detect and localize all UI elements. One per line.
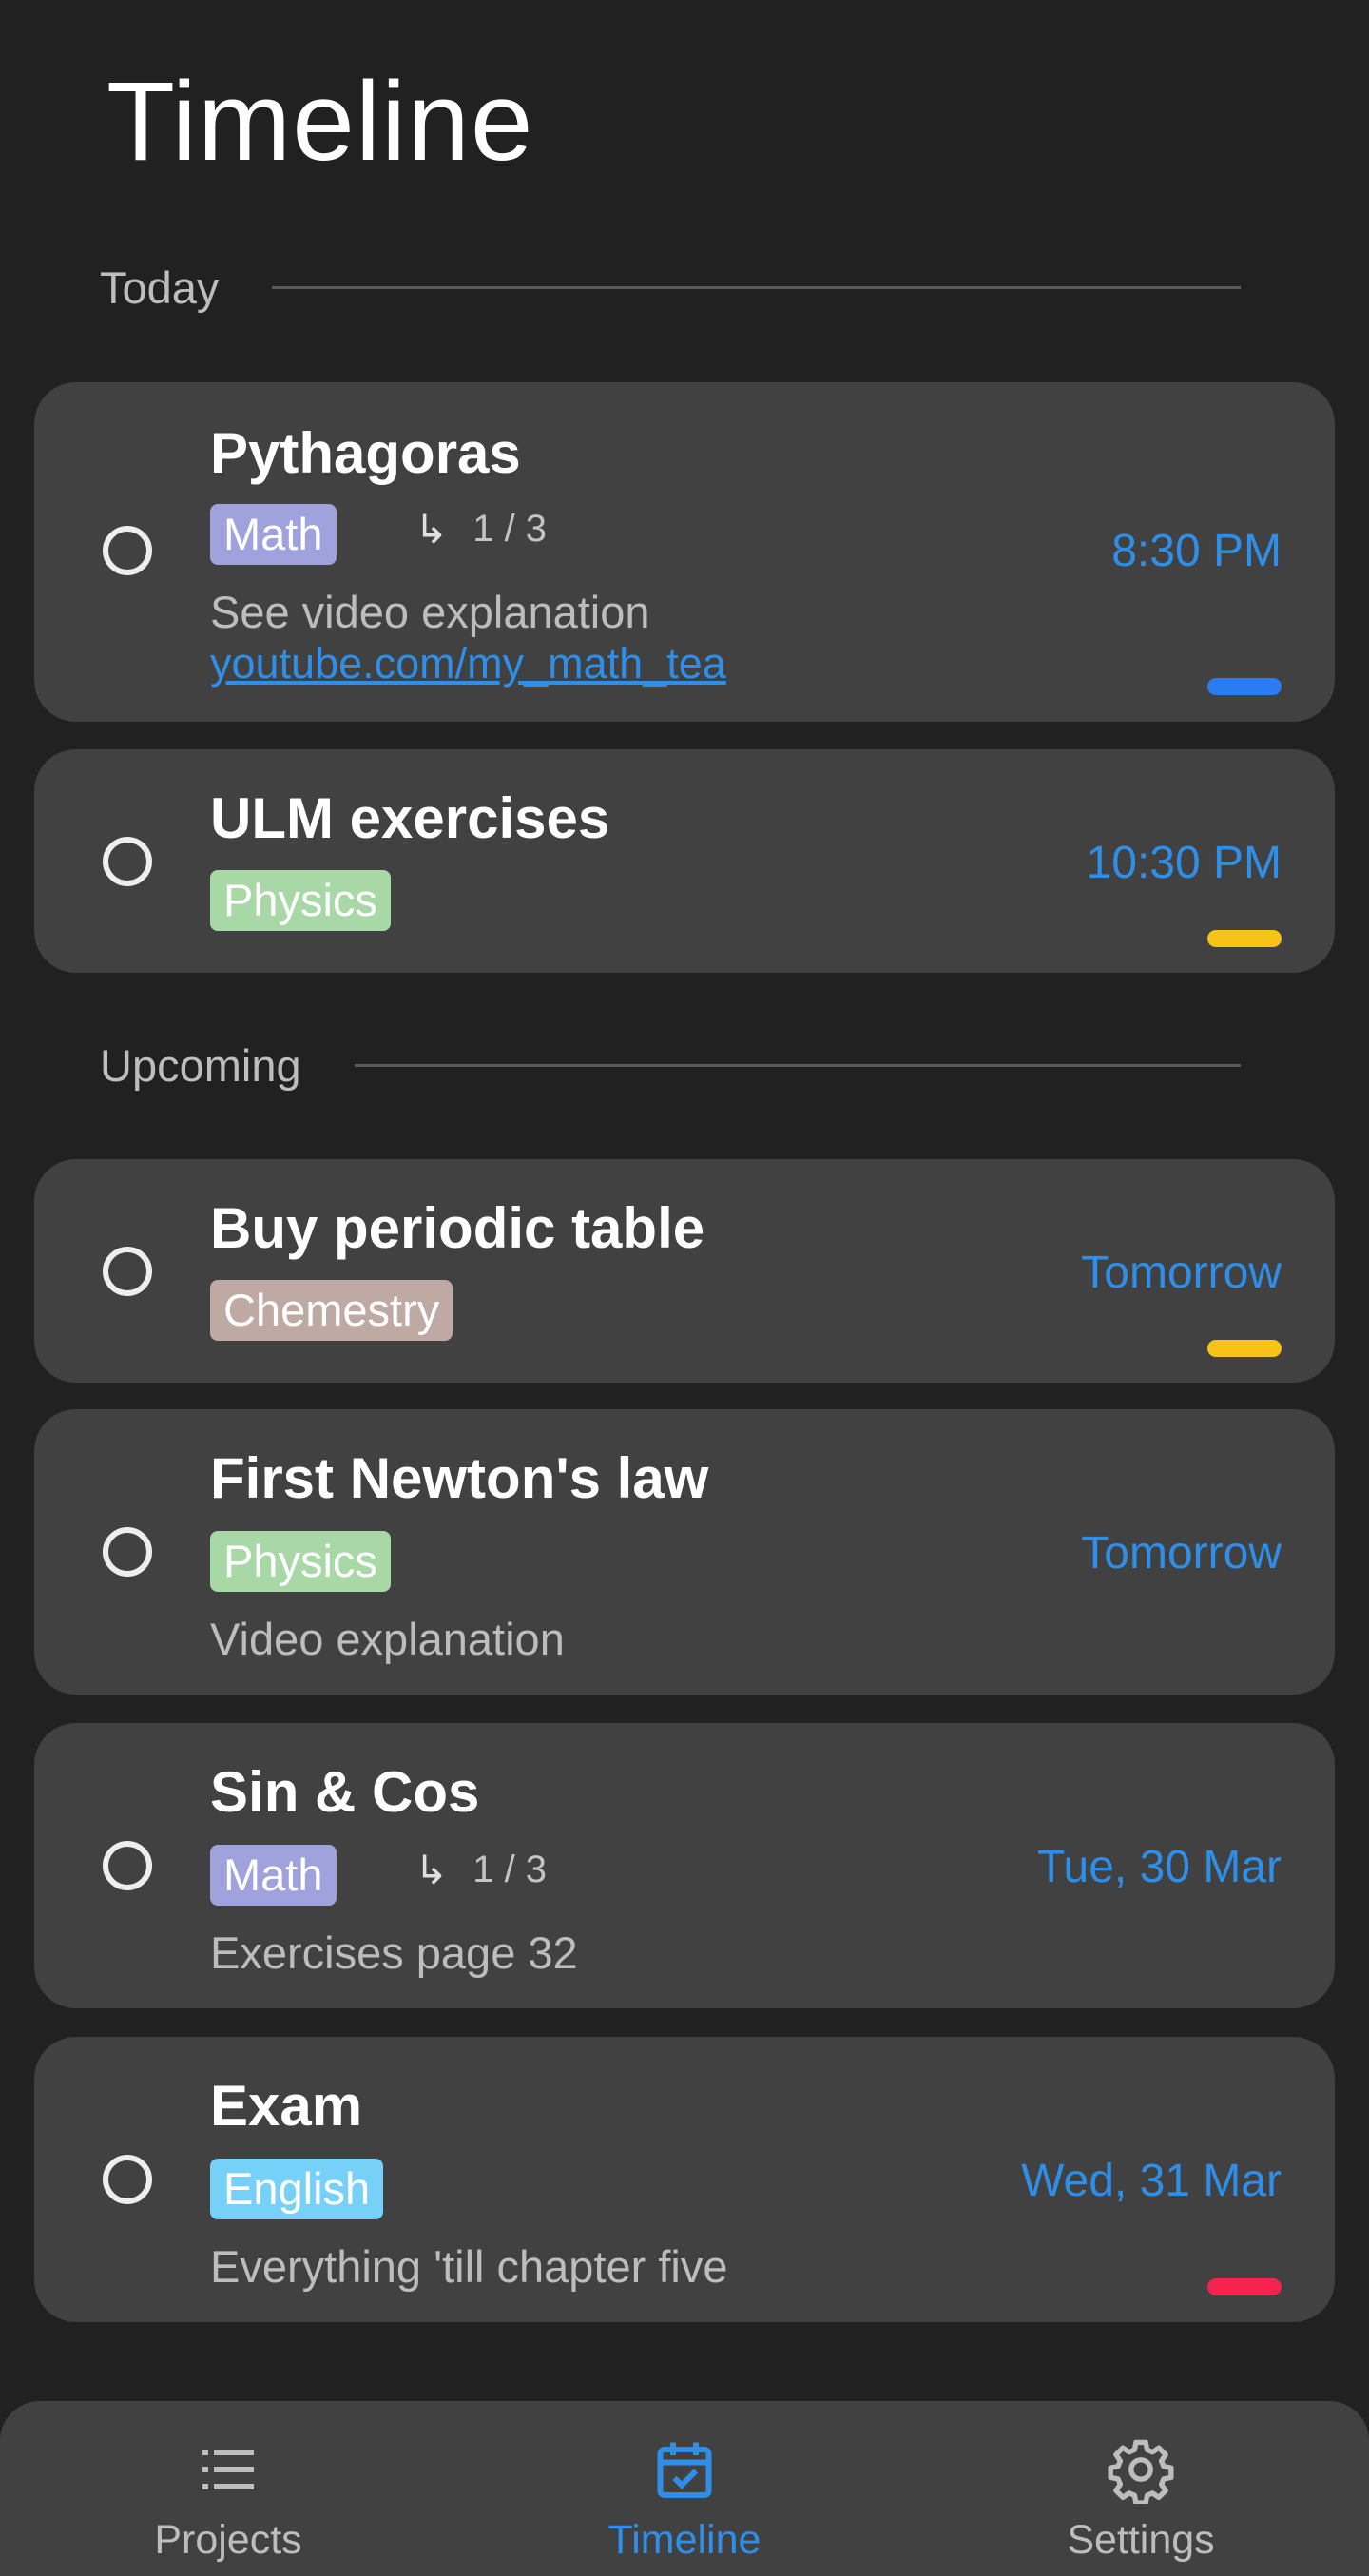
section-divider [354, 1064, 1241, 1067]
page-title: Timeline [106, 59, 534, 184]
complete-checkbox[interactable] [103, 837, 152, 886]
complete-checkbox[interactable] [103, 526, 152, 575]
gear-icon [1108, 2439, 1174, 2504]
due-date: 10:30 PM [1086, 838, 1282, 888]
nav-label: Settings [1067, 2517, 1215, 2563]
bottom-navigation: Projects Timeline Settings [0, 2401, 1369, 2576]
section-label: Upcoming [100, 1040, 301, 1091]
subtask-progress: ↳ 1 / 3 [415, 1847, 547, 1893]
task-title: Buy periodic table [210, 1196, 705, 1260]
task-title: Exam [210, 2074, 363, 2138]
subtask-arrow-icon: ↳ [415, 1848, 449, 1892]
subtask-count: 1 / 3 [472, 508, 548, 550]
due-date: Tomorrow [1081, 1528, 1282, 1579]
complete-checkbox[interactable] [103, 2155, 152, 2204]
subtask-count: 1 / 3 [472, 1849, 548, 1890]
project-tag[interactable]: Chemestry [210, 1280, 453, 1341]
due-date: Tue, 30 Mar [1037, 1842, 1282, 1892]
task-title: ULM exercises [210, 786, 610, 850]
section-header-upcoming: Upcoming [100, 1039, 1269, 1092]
subtask-arrow-icon: ↳ [415, 507, 449, 552]
due-date: Wed, 31 Mar [1021, 2156, 1282, 2206]
timeline-screen: Timeline Today Pythagoras Math ↳ 1 / 3 S… [0, 0, 1369, 2576]
task-card[interactable]: Exam English Everything 'till chapter fi… [34, 2037, 1335, 2322]
task-card[interactable]: Sin & Cos Math ↳ 1 / 3 Exercises page 32… [34, 1723, 1335, 2008]
task-description: See video explanation [210, 587, 650, 637]
description-link[interactable]: youtube.com/my_math_tea [210, 639, 726, 688]
priority-indicator [1207, 2278, 1282, 2295]
section-header-today: Today [100, 261, 1269, 314]
task-description: Everything 'till chapter five [210, 2241, 728, 2292]
section-label: Today [100, 262, 220, 313]
nav-item-projects[interactable]: Projects [0, 2401, 456, 2576]
task-card[interactable]: ULM exercises Physics 10:30 PM [34, 749, 1335, 973]
priority-indicator [1207, 678, 1282, 695]
task-title: Sin & Cos [210, 1760, 480, 1824]
nav-item-timeline[interactable]: Timeline [456, 2401, 913, 2576]
complete-checkbox[interactable] [103, 1527, 152, 1577]
task-title: Pythagoras [210, 421, 521, 485]
priority-indicator [1207, 930, 1282, 947]
due-date: Tomorrow [1081, 1248, 1282, 1298]
list-icon [202, 2450, 254, 2489]
task-card[interactable]: First Newton's law Physics Video explana… [34, 1409, 1335, 1695]
subtask-progress: ↳ 1 / 3 [415, 506, 547, 552]
project-tag[interactable]: Math [210, 504, 337, 565]
project-tag[interactable]: English [210, 2159, 384, 2219]
task-title: First Newton's law [210, 1446, 709, 1510]
priority-indicator [1207, 1340, 1282, 1357]
project-tag[interactable]: Math [210, 1845, 337, 1906]
calendar-check-icon [657, 2442, 712, 2498]
complete-checkbox[interactable] [103, 1841, 152, 1890]
project-tag[interactable]: Physics [210, 870, 391, 931]
due-date: 8:30 PM [1111, 526, 1282, 576]
task-description: Video explanation [210, 1614, 565, 1664]
nav-label: Timeline [607, 2517, 762, 2563]
task-description: Exercises page 32 [210, 1927, 578, 1978]
nav-label: Projects [154, 2517, 302, 2563]
complete-checkbox[interactable] [103, 1247, 152, 1296]
task-card[interactable]: Pythagoras Math ↳ 1 / 3 See video explan… [34, 382, 1335, 722]
project-tag[interactable]: Physics [210, 1531, 391, 1592]
task-card[interactable]: Buy periodic table Chemestry Tomorrow [34, 1159, 1335, 1383]
nav-item-settings[interactable]: Settings [913, 2401, 1369, 2576]
section-divider [272, 286, 1241, 289]
